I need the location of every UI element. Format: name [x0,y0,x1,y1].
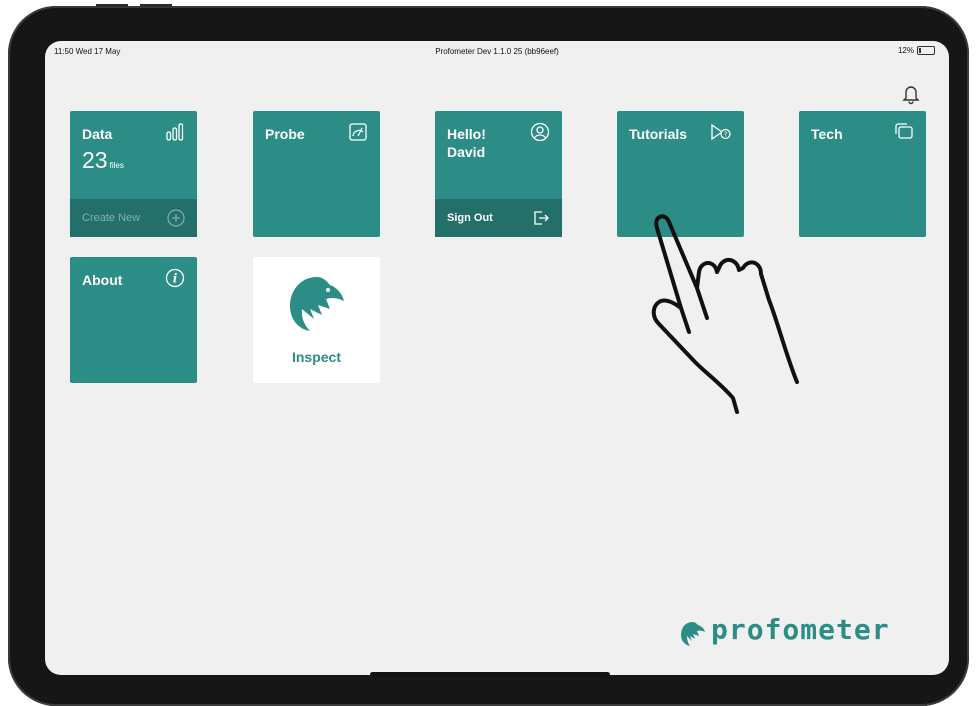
notification-bell-icon[interactable] [901,83,921,105]
create-new-label: Create New [82,212,141,224]
user-name: David [447,144,486,160]
status-bar: 11:50 Wed 17 May Profometer Dev 1.1.0 25… [45,41,949,59]
brand-wordmark: profometer [711,613,890,646]
sign-out-label: Sign Out [447,212,493,224]
device-side-button [96,4,128,7]
tile-about[interactable]: About i [70,257,197,383]
file-count: 23 files [82,147,124,174]
status-app-title: Profometer Dev 1.1.0 25 (bb96eef) [435,47,559,56]
greeting: Hello! David [447,125,486,161]
tile-data[interactable]: Data 23 files Create New [70,111,197,237]
sign-out-button[interactable]: Sign Out [435,199,562,237]
home-indicator[interactable] [370,672,610,677]
tile-tutorials-title: Tutorials [629,126,688,142]
battery-percent: 12% [897,46,914,55]
tile-tech-title: Tech [811,126,843,142]
greeting-line: Hello! [447,126,486,142]
cards-icon [895,123,913,139]
logout-icon [534,211,549,225]
tile-inspect[interactable]: Inspect [253,257,380,383]
tap-hand-icon [651,214,799,414]
eagle-logo-icon [290,277,344,331]
video-help-icon: ? [711,123,731,141]
tile-tech[interactable]: Tech [799,111,926,237]
tile-inspect-title: Inspect [291,349,341,365]
profometer-eagle-icon [681,622,705,646]
tile-probe-title: Probe [265,126,305,142]
tile-account[interactable]: Hello! David Sign Out [435,111,562,237]
tile-about-title: About [82,272,123,288]
svg-text:i: i [173,272,178,286]
user-circle-icon [530,122,550,142]
device-side-button [140,4,172,7]
file-count-value: 23 [82,147,108,173]
tile-data-title: Data [82,126,113,142]
plus-circle-icon [167,209,185,227]
svg-text:?: ? [724,131,728,139]
status-right: 12% [898,46,935,55]
battery-icon [917,46,935,55]
file-count-unit: files [109,161,124,170]
create-new-button[interactable]: Create New [70,199,197,237]
bar-chart-icon [166,123,184,141]
gauge-icon [349,123,367,141]
tile-probe[interactable]: Probe [253,111,380,237]
info-icon: i [165,268,185,288]
